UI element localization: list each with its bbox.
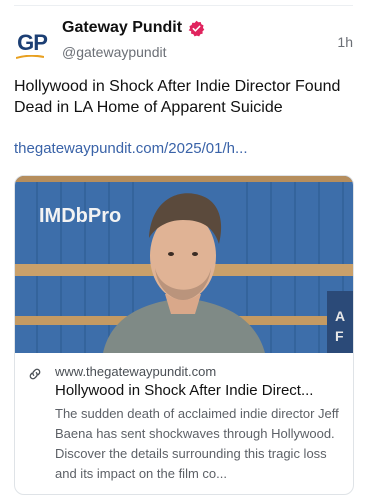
svg-text:A: A [335, 308, 345, 324]
avatar-swoosh [16, 55, 44, 59]
card-title[interactable]: Hollywood in Shock After Indie Direct... [55, 382, 345, 399]
svg-text:F: F [335, 328, 344, 344]
post-header: GP Gateway Pundit @gatewaypundit 1h [14, 17, 353, 71]
post-timestamp[interactable]: 1h [337, 34, 353, 50]
card-domain: www.thegatewaypundit.com [55, 364, 217, 379]
avatar-logo-text: GP [17, 30, 48, 55]
imdbpro-watermark: IMDbPro [39, 205, 121, 227]
card-body[interactable]: www.thegatewaypundit.com Hollywood in Sh… [15, 353, 353, 494]
link-preview-card[interactable]: A F IMDbPro www.thegatewaypundit.com Hol… [14, 175, 354, 495]
verified-badge-icon [188, 20, 205, 36]
card-image[interactable]: A F IMDbPro [15, 176, 353, 353]
author-name-row: Gateway Pundit [62, 19, 205, 37]
avatar[interactable]: GP [14, 25, 50, 61]
author-name[interactable]: Gateway Pundit [62, 19, 182, 37]
link-chain-icon [29, 368, 41, 380]
author-handle[interactable]: @gatewaypundit [62, 44, 167, 60]
post-text: Hollywood in Shock After Indie Director … [14, 78, 341, 116]
top-divider [14, 5, 353, 6]
post-link[interactable]: thegatewaypundit.com/2025/01/h... [14, 140, 248, 157]
card-description: The sudden death of acclaimed indie dire… [55, 406, 339, 481]
